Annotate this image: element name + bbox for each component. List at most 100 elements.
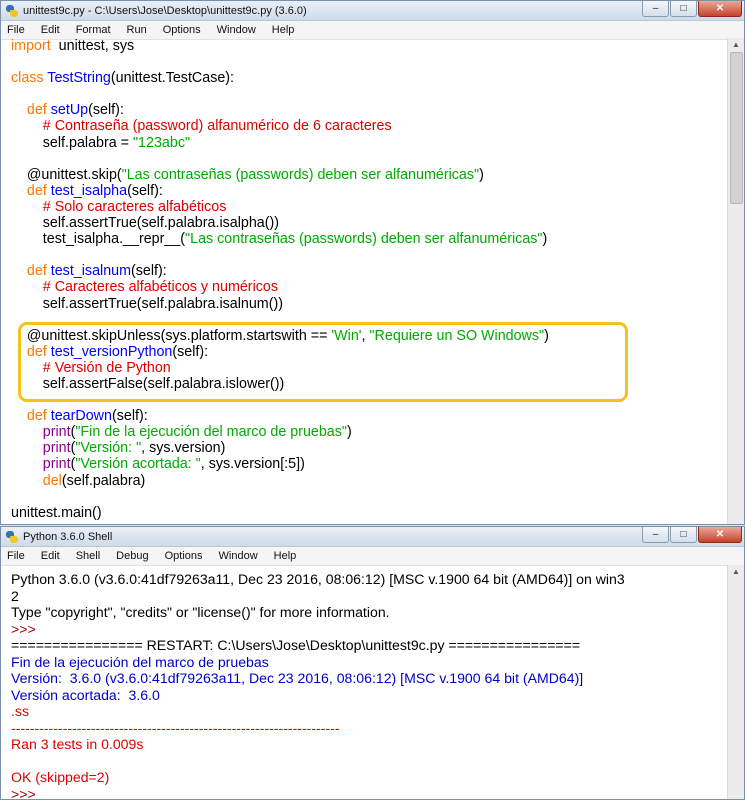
editor-line: def test_isalpha(self): bbox=[11, 183, 549, 199]
shell-minimize-button[interactable]: – bbox=[642, 527, 669, 543]
shell-line: Versión acortada: 3.6.0 bbox=[11, 687, 625, 704]
shell-maximize-button[interactable]: □ bbox=[670, 527, 697, 543]
shell-close-button[interactable]: ✕ bbox=[698, 527, 742, 543]
editor-line: self.assertTrue(self.palabra.isalpha()) bbox=[11, 215, 549, 231]
editor-token: def bbox=[26, 182, 51, 199]
editor-line: print("Versión acortada: ", sys.version[… bbox=[11, 456, 549, 472]
editor-token: setUp bbox=[50, 102, 89, 119]
shell-token: .ss bbox=[11, 703, 30, 719]
editor-token: def bbox=[26, 408, 51, 425]
code-editor-text[interactable]: import unittest, sys class TestString(uni… bbox=[11, 38, 549, 521]
editor-token: # Contraseña (password) alfanumérico de … bbox=[42, 118, 392, 135]
shell-token: Versión acortada: 3.6.0 bbox=[11, 686, 160, 703]
editor-token: # Solo caracteres alfabéticos bbox=[42, 198, 227, 215]
shell-vertical-scrollbar[interactable]: ▲ bbox=[727, 565, 744, 799]
shell-window-controls: – □ ✕ bbox=[641, 527, 742, 545]
editor-menu-options[interactable]: Options bbox=[161, 24, 203, 36]
editor-token: unittest.main() bbox=[11, 504, 102, 521]
editor-token: "Las contraseñas (passwords) deben ser a… bbox=[185, 231, 543, 248]
shell-line: >>> bbox=[11, 621, 625, 638]
editor-menu-file[interactable]: File bbox=[5, 24, 27, 36]
editor-token: self.palabra = bbox=[11, 134, 133, 151]
editor-token: , sys.version) bbox=[141, 440, 226, 457]
shell-token: >>> bbox=[11, 785, 40, 800]
shell-token: 2 bbox=[11, 587, 19, 604]
editor-title: unittest9c.py - C:\Users\Jose\Desktop\un… bbox=[23, 4, 307, 17]
shell-menu-file[interactable]: File bbox=[5, 550, 27, 562]
editor-token: (self): bbox=[88, 102, 124, 119]
editor-line: # Caracteres alfabéticos y numéricos bbox=[11, 279, 549, 295]
shell-line: Python 3.6.0 (v3.6.0:41df79263a11, Dec 2… bbox=[11, 571, 625, 588]
editor-menu-run[interactable]: Run bbox=[125, 24, 149, 36]
editor-close-button[interactable]: ✕ bbox=[698, 1, 742, 17]
shell-menu-options[interactable]: Options bbox=[163, 550, 205, 562]
editor-line: # Solo caracteres alfabéticos bbox=[11, 199, 549, 215]
shell-line: Versión: 3.6.0 (v3.6.0:41df79263a11, Dec… bbox=[11, 670, 625, 687]
shell-titlebar[interactable]: Python 3.6.0 Shell – □ ✕ bbox=[1, 527, 744, 547]
editor-vertical-scrollbar[interactable]: ▲ bbox=[727, 38, 744, 524]
editor-token bbox=[11, 199, 43, 215]
editor-token: "Las contraseñas (passwords) deben ser a… bbox=[121, 166, 480, 183]
shell-menu-debug[interactable]: Debug bbox=[114, 550, 150, 562]
shell-token: Python 3.6.0 (v3.6.0:41df79263a11, Dec 2… bbox=[11, 571, 625, 587]
editor-token: test_isalnum bbox=[50, 263, 132, 280]
editor-line: def setUp(self): bbox=[11, 102, 549, 118]
editor-token bbox=[11, 456, 43, 472]
editor-token: @unittest.skip( bbox=[11, 166, 122, 183]
shell-menu-shell[interactable]: Shell bbox=[74, 550, 102, 562]
editor-token: (self.palabra) bbox=[61, 472, 146, 489]
editor-line: unittest.main() bbox=[11, 505, 549, 521]
editor-token: self.assertTrue(self.palabra.isalpha()) bbox=[11, 215, 280, 232]
editor-token bbox=[11, 279, 43, 295]
editor-menu-window[interactable]: Window bbox=[215, 24, 258, 36]
shell-title: Python 3.6.0 Shell bbox=[23, 530, 113, 543]
shell-token: Versión: 3.6.0 (v3.6.0:41df79263a11, Dec… bbox=[11, 670, 584, 686]
editor-maximize-button[interactable]: □ bbox=[670, 1, 697, 17]
editor-token: self.assertTrue(self.palabra.isalnum()) bbox=[11, 295, 283, 312]
shell-menu-window[interactable]: Window bbox=[217, 550, 260, 562]
editor-line: class TestString(unittest.TestCase): bbox=[11, 70, 549, 86]
editor-window: unittest9c.py - C:\Users\Jose\Desktop\un… bbox=[0, 0, 745, 525]
shell-line: Ran 3 tests in 0.009s bbox=[11, 736, 625, 753]
editor-menu-edit[interactable]: Edit bbox=[39, 24, 62, 36]
scroll-up-arrow-icon[interactable]: ▲ bbox=[728, 38, 744, 52]
editor-token: print bbox=[42, 456, 71, 473]
editor-line: print("Versión: ", sys.version) bbox=[11, 440, 549, 456]
editor-token bbox=[11, 408, 27, 424]
editor-token: print bbox=[42, 424, 71, 441]
editor-token bbox=[11, 424, 43, 440]
editor-token: (self): bbox=[111, 408, 148, 425]
editor-menu-format[interactable]: Format bbox=[74, 24, 113, 36]
editor-token: print bbox=[42, 440, 71, 457]
editor-token: "Versión: " bbox=[75, 440, 142, 457]
editor-line: # Contraseña (password) alfanumérico de … bbox=[11, 118, 549, 134]
shell-menu-help[interactable]: Help bbox=[272, 550, 299, 562]
shell-token: >>> bbox=[11, 620, 40, 637]
editor-scroll-thumb[interactable] bbox=[730, 52, 743, 204]
editor-token bbox=[11, 183, 27, 199]
shell-token: OK (skipped=2) bbox=[11, 769, 110, 785]
editor-menu-help[interactable]: Help bbox=[270, 24, 297, 36]
editor-token bbox=[11, 118, 43, 134]
shell-line: ----------------------------------------… bbox=[11, 720, 625, 737]
shell-output-text[interactable]: Python 3.6.0 (v3.6.0:41df79263a11, Dec 2… bbox=[11, 571, 625, 800]
shell-menu-edit[interactable]: Edit bbox=[39, 550, 62, 562]
highlight-annotation-box bbox=[18, 322, 628, 402]
editor-token: (unittest.TestCase): bbox=[110, 70, 235, 87]
editor-token: "123abc" bbox=[132, 134, 191, 151]
editor-token: , sys.version[:5]) bbox=[200, 456, 305, 473]
editor-titlebar[interactable]: unittest9c.py - C:\Users\Jose\Desktop\un… bbox=[1, 1, 744, 21]
scroll-up-arrow-icon[interactable]: ▲ bbox=[728, 565, 744, 579]
editor-token: (self): bbox=[131, 263, 167, 280]
editor-minimize-button[interactable]: – bbox=[642, 1, 669, 17]
python-app-icon bbox=[5, 4, 19, 18]
shell-line: >>> bbox=[11, 786, 625, 800]
editor-token: import bbox=[11, 38, 51, 54]
editor-token bbox=[11, 263, 27, 279]
editor-line: import unittest, sys bbox=[11, 38, 549, 54]
editor-token: test_isalpha bbox=[50, 182, 128, 199]
